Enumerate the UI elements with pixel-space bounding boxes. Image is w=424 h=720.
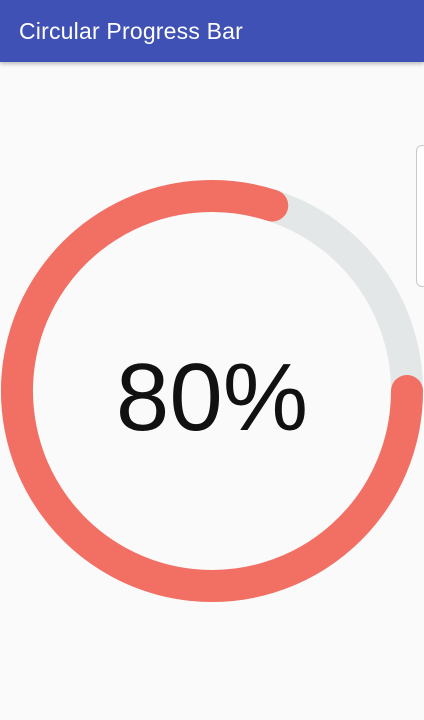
app-title: Circular Progress Bar [19,17,244,44]
app-bar: Circular Progress Bar [0,0,424,62]
circular-progress-bar: 80% [1,180,423,602]
progress-percentage-label: 80% [116,344,308,451]
